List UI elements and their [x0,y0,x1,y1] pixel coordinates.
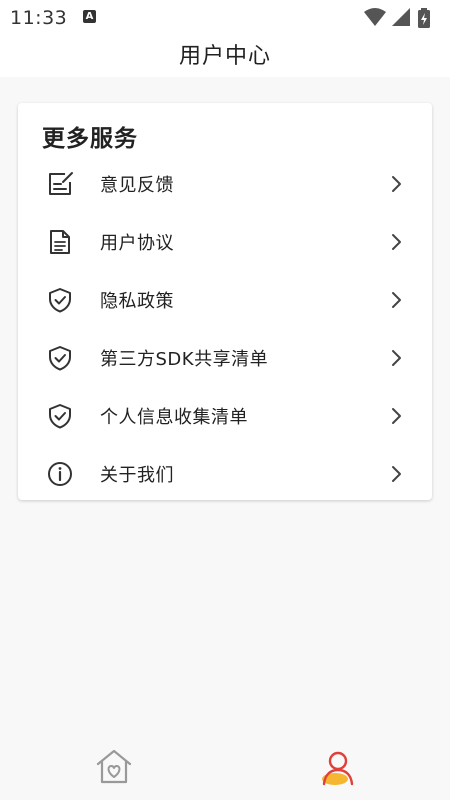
menu-item-third-party-sdk[interactable]: 第三方SDK共享清单 [18,329,432,387]
document-icon [50,230,70,254]
services-card: 更多服务 意见反馈 用户协议 隐私政策 第三方SDK共享清单 个人信息收集清单 … [18,103,432,500]
chevron-right-icon [392,408,401,424]
menu-item-feedback[interactable]: 意见反馈 [18,155,432,213]
signal-icon [392,8,410,26]
status-time: 11:33 [10,7,68,29]
tab-user-center[interactable] [316,746,356,788]
shield-check-icon [49,288,71,313]
user-profile-icon [322,751,354,786]
header: 用户中心 [0,36,450,77]
menu-item-label: 第三方SDK共享清单 [100,349,269,370]
info-icon [48,462,72,486]
tab-home[interactable] [94,746,134,788]
shield-check-icon [49,346,71,371]
chevron-right-icon [392,350,401,366]
feedback-edit-icon [49,172,73,195]
chevron-right-icon [392,292,401,308]
menu-item-label: 个人信息收集清单 [100,407,248,428]
home-heart-icon [96,749,132,784]
menu-item-personal-info-list[interactable]: 个人信息收集清单 [18,387,432,445]
chevron-right-icon [392,466,401,482]
shield-check-icon [49,404,71,429]
menu-item-label: 用户协议 [100,233,174,254]
menu-item-user-agreement[interactable]: 用户协议 [18,213,432,271]
menu-item-about-us[interactable]: 关于我们 [18,445,432,503]
wifi-icon [364,8,386,26]
chevron-right-icon [392,234,401,250]
bottom-nav [0,738,450,800]
services-title: 更多服务 [42,126,138,152]
menu-item-label: 关于我们 [100,465,174,486]
notification-icon: A [83,10,96,23]
chevron-right-icon [392,176,401,192]
menu-item-label: 意见反馈 [100,175,174,196]
page-title: 用户中心 [178,44,271,69]
status-icons [362,6,442,30]
status-bar: 11:33 A [0,0,450,36]
menu-item-privacy-policy[interactable]: 隐私政策 [18,271,432,329]
battery-charging-icon [418,8,430,28]
menu-item-label: 隐私政策 [100,291,174,312]
